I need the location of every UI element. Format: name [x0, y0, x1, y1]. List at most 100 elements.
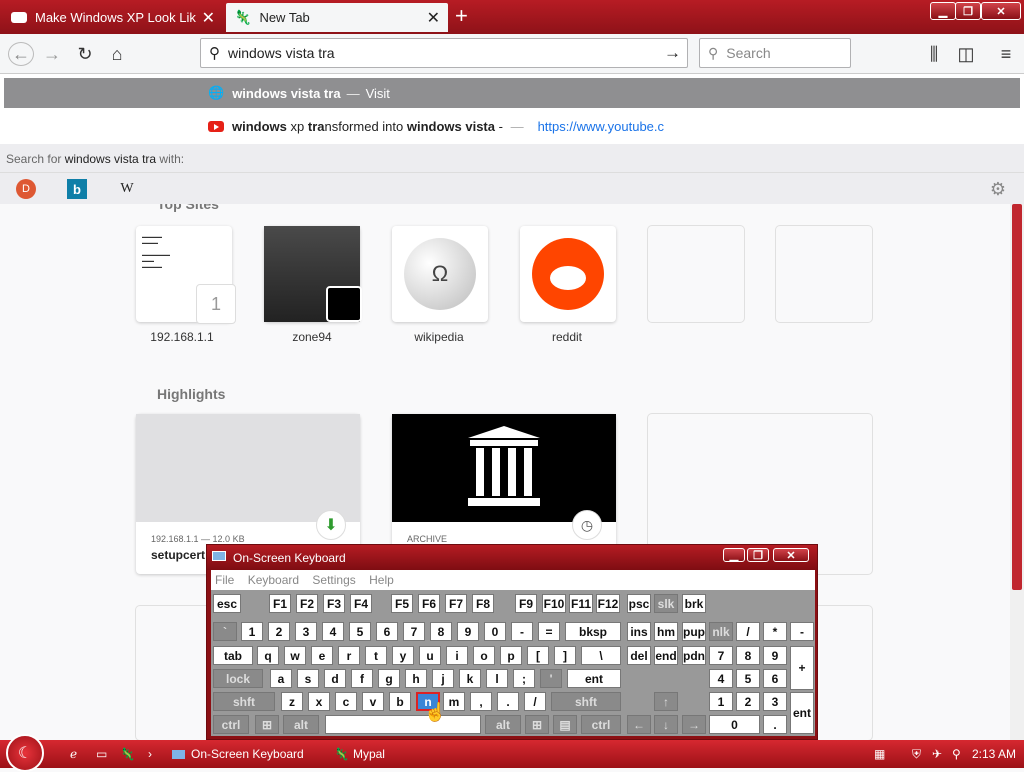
key-left-shift[interactable]: shft [213, 692, 275, 711]
key-f4[interactable]: F4 [350, 594, 372, 613]
key-psc[interactable]: psc [627, 594, 651, 613]
key-i[interactable]: i [446, 646, 468, 665]
key-e[interactable]: e [311, 646, 333, 665]
osk-minimize-button[interactable]: ▁ [723, 548, 745, 562]
key-minus[interactable]: - [511, 622, 533, 641]
bing-icon[interactable]: b [67, 179, 87, 199]
key-num9[interactable]: 9 [763, 646, 787, 665]
key-left-arrow[interactable]: ← [627, 715, 651, 734]
key-num7[interactable]: 7 [709, 646, 733, 665]
taskbar-item-mypal[interactable]: 🦎 Mypal [334, 745, 385, 763]
search-box[interactable]: ⚲ Search [699, 38, 851, 68]
key-g[interactable]: g [378, 669, 400, 688]
quicklaunch-chevron-icon[interactable]: › [148, 745, 152, 763]
key-esc[interactable]: esc [213, 594, 241, 613]
key-hm[interactable]: hm [654, 622, 678, 641]
key-f11[interactable]: F11 [569, 594, 593, 613]
tab-make-windows-xp[interactable]: Make Windows XP Look Like W ✕ [3, 3, 223, 32]
key-slk[interactable]: slk [654, 594, 678, 613]
key-right-shift[interactable]: shft [551, 692, 621, 711]
key-f5[interactable]: F5 [391, 594, 413, 613]
key-lock[interactable]: lock [213, 669, 263, 688]
key-right-ctrl[interactable]: ctrl [581, 715, 621, 734]
key-brk[interactable]: brk [682, 594, 706, 613]
key-f3[interactable]: F3 [323, 594, 345, 613]
key-4[interactable]: 4 [322, 622, 344, 641]
key-a[interactable]: a [270, 669, 292, 688]
key-num8[interactable]: 8 [736, 646, 760, 665]
key-num0[interactable]: 0 [709, 715, 760, 734]
tray-keyboard-icon[interactable]: ▦ [874, 745, 885, 763]
key-end[interactable]: end [654, 646, 678, 665]
url-input[interactable]: windows vista tra [228, 45, 335, 61]
key-w[interactable]: w [284, 646, 306, 665]
go-arrow-icon[interactable]: → [664, 43, 681, 63]
key-equals[interactable]: = [538, 622, 560, 641]
reload-icon[interactable]: ↻ [73, 42, 97, 66]
key-ins[interactable]: ins [627, 622, 651, 641]
sidebar-icon[interactable]: ◫ [954, 42, 978, 66]
key-z[interactable]: z [281, 692, 303, 711]
key-j[interactable]: j [432, 669, 454, 688]
key-f1[interactable]: F1 [269, 594, 291, 613]
key-num1[interactable]: 1 [709, 692, 733, 711]
osk-menu-file[interactable]: File [215, 573, 234, 587]
menu-key-icon[interactable]: ▤ [553, 715, 577, 734]
key-pup[interactable]: pup [682, 622, 706, 641]
osk-title-bar[interactable]: On-Screen Keyboard ▁ ❐ ✕ [207, 545, 817, 570]
windows-key-icon[interactable]: ⊞ [255, 715, 279, 734]
menu-icon[interactable]: ≡ [994, 42, 1018, 66]
osk-menu-settings[interactable]: Settings [312, 573, 355, 587]
osk-menu-help[interactable]: Help [369, 573, 394, 587]
key-num2[interactable]: 2 [736, 692, 760, 711]
tray-shield-icon[interactable]: ⛨ [912, 745, 921, 763]
tray-search-icon[interactable]: ⚲ [952, 745, 961, 763]
home-icon[interactable]: ⌂ [105, 42, 129, 66]
key-f6[interactable]: F6 [418, 594, 440, 613]
key-x[interactable]: x [308, 692, 330, 711]
tray-network-icon[interactable]: ✈ [932, 745, 942, 763]
key-semicolon[interactable]: ; [513, 669, 535, 688]
key-q[interactable]: q [257, 646, 279, 665]
key-f12[interactable]: F12 [596, 594, 620, 613]
key-left-alt[interactable]: alt [283, 715, 319, 734]
key-down-arrow[interactable]: ↓ [654, 715, 678, 734]
key-r[interactable]: r [338, 646, 360, 665]
key-h[interactable]: h [405, 669, 427, 688]
key-7[interactable]: 7 [403, 622, 425, 641]
gear-icon[interactable]: ⚙ [988, 179, 1008, 199]
key-num4[interactable]: 4 [709, 669, 733, 688]
key-f7[interactable]: F7 [445, 594, 467, 613]
ie-icon[interactable]: ℯ [70, 745, 77, 763]
maximize-button[interactable]: ❐ [955, 2, 981, 20]
key-pdn[interactable]: pdn [682, 646, 706, 665]
key-8[interactable]: 8 [430, 622, 452, 641]
key-6[interactable]: 6 [376, 622, 398, 641]
key-o[interactable]: o [473, 646, 495, 665]
key-slash[interactable]: / [524, 692, 546, 711]
lizard-icon[interactable]: 🦎 [120, 745, 135, 763]
key-f8[interactable]: F8 [472, 594, 494, 613]
key-3[interactable]: 3 [295, 622, 317, 641]
key-1[interactable]: 1 [241, 622, 263, 641]
key-5[interactable]: 5 [349, 622, 371, 641]
osk-menu-keyboard[interactable]: Keyboard [248, 573, 299, 587]
duckduckgo-icon[interactable]: D [16, 179, 36, 199]
key-f2[interactable]: F2 [296, 594, 318, 613]
top-site-tile[interactable]: ▬▬▬▬▬ ▬▬▬▬ ▬▬▬▬▬▬▬ ▬▬▬ ▬▬▬▬▬ 1 [136, 226, 236, 324]
key-backtick[interactable]: ` [213, 622, 237, 641]
key-b[interactable]: b [389, 692, 411, 711]
key-num3[interactable]: 3 [763, 692, 787, 711]
key-9[interactable]: 9 [457, 622, 479, 641]
key-s[interactable]: s [297, 669, 319, 688]
scrollbar-thumb[interactable] [1012, 204, 1022, 590]
close-tab-icon[interactable]: ✕ [202, 8, 215, 28]
top-site-tile[interactable] [520, 226, 616, 322]
key-comma[interactable]: , [470, 692, 492, 711]
back-icon[interactable]: ← [8, 42, 34, 66]
key-nlk[interactable]: nlk [709, 622, 733, 641]
key-l[interactable]: l [486, 669, 508, 688]
key-numpad-period[interactable]: . [763, 715, 787, 734]
key-left-ctrl[interactable]: ctrl [213, 715, 249, 734]
library-icon[interactable]: ⫼ [922, 42, 946, 66]
